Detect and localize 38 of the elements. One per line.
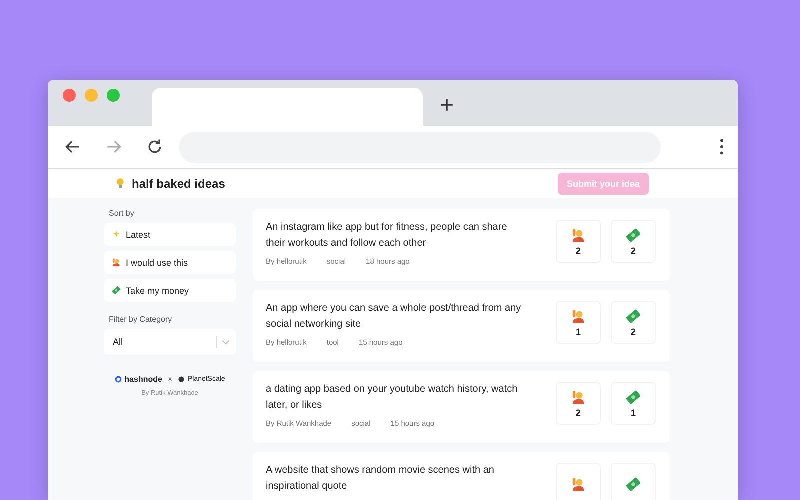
raised-hand-person-icon: [112, 258, 121, 267]
use-vote-button[interactable]: 2: [556, 382, 601, 425]
sort-option[interactable]: Take my money: [104, 279, 236, 302]
money-icon: [112, 286, 121, 295]
lightbulb-icon: [116, 178, 125, 189]
raised-hand-person-icon: [571, 390, 586, 404]
sort-label: Sort by: [109, 209, 136, 218]
sort-option[interactable]: Latest: [104, 223, 236, 246]
sort-option[interactable]: I would use this: [104, 251, 236, 274]
sparkle-icon: [112, 230, 121, 239]
raised-hand-person-icon: [571, 308, 586, 324]
idea-title[interactable]: a dating app based on your youtube watch history, watch later, or likes: [266, 382, 528, 414]
menu-icon[interactable]: [720, 139, 724, 155]
use-vote-button[interactable]: 1: [556, 301, 601, 344]
minimize-window-icon[interactable]: [85, 89, 98, 102]
idea-card[interactable]: A website that shows random movie scenes with an inspirational quote: [253, 452, 670, 500]
use-vote-button[interactable]: 2: [556, 220, 601, 263]
new-tab-button[interactable]: +: [440, 94, 454, 118]
chevron-down-icon: [222, 340, 230, 344]
circle-logo-icon: [178, 376, 185, 383]
reload-icon[interactable]: [146, 138, 164, 156]
close-window-icon[interactable]: [63, 89, 76, 102]
idea-title[interactable]: A website that shows random movie scenes with an inspirational quote: [266, 463, 528, 495]
site-title[interactable]: half baked ideas: [132, 176, 226, 190]
money-vote-button[interactable]: 2: [611, 301, 656, 344]
category-dropdown[interactable]: All: [104, 329, 236, 355]
money-vote-button[interactable]: 1: [611, 382, 656, 425]
maximize-window-icon[interactable]: [107, 89, 120, 102]
money-vote-button[interactable]: [611, 463, 656, 500]
hexagon-logo-icon: [114, 376, 122, 383]
raised-hand-person-icon: [571, 477, 586, 492]
idea-title[interactable]: An app where you can save a whole post/thread from any social networking site: [266, 301, 528, 333]
filter-label: Filter by Category: [109, 315, 174, 324]
idea-title[interactable]: An instagram like app but for fitness, people can share their workouts and follow each other: [266, 220, 528, 252]
use-vote-button[interactable]: [556, 463, 601, 500]
partner-name: hashnode: [124, 375, 162, 384]
money-vote-button[interactable]: 2: [611, 220, 656, 263]
raised-hand-person-icon: [571, 228, 586, 242]
